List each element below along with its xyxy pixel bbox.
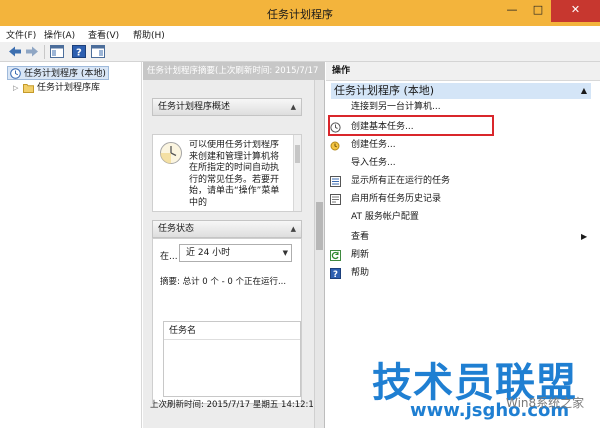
help-icon[interactable]: ? bbox=[72, 45, 86, 58]
tree-item-task-scheduler-library[interactable]: ▷ 任务计划程序库 bbox=[13, 81, 100, 95]
action-label: 刷新 bbox=[351, 250, 370, 260]
navigation-tree: 任务计划程序 (本地) ▷ 任务计划程序库 bbox=[3, 62, 142, 428]
action-label: 启用所有任务历史记录 bbox=[351, 194, 442, 204]
actions-header: 操作 bbox=[326, 62, 600, 81]
toolbar: ? bbox=[0, 42, 600, 62]
summary-header: 任务计划程序摘要(上次刷新时间: 2015/7/17 bbox=[143, 62, 325, 80]
status-box: 在... 近 24 小时 ▼ 摘要: 总计 0 个 - 0 个正在运行... 任… bbox=[152, 238, 302, 404]
menu-action[interactable]: 操作(A) bbox=[44, 28, 75, 41]
status-summary: 摘要: 总计 0 个 - 0 个正在运行... bbox=[160, 277, 287, 287]
clock-icon bbox=[160, 142, 182, 164]
action-label: 导入任务... bbox=[351, 158, 396, 168]
running-tasks-icon bbox=[330, 176, 341, 187]
history-icon bbox=[330, 194, 341, 205]
watermark-subtitle: Win8系统之家 bbox=[506, 396, 585, 410]
action-label: 显示所有正在运行的任务 bbox=[351, 176, 451, 186]
show-hide-action-pane-icon[interactable] bbox=[91, 45, 105, 58]
new-task-icon bbox=[330, 141, 340, 151]
tree-item-label: 任务计划程序库 bbox=[37, 83, 101, 93]
status-title: 任务状态 bbox=[158, 224, 195, 234]
action-label: 连接到另一台计算机... bbox=[351, 102, 441, 112]
menu-view[interactable]: 查看(V) bbox=[88, 28, 119, 41]
show-hide-tree-icon[interactable] bbox=[50, 45, 64, 58]
watermark: 技术员联盟 www.jsgho.com Win8系统之家 bbox=[372, 350, 600, 428]
time-range-dropdown[interactable]: 近 24 小时 ▼ bbox=[179, 244, 292, 262]
back-arrow-icon[interactable] bbox=[8, 45, 22, 58]
chevron-down-icon: ▼ bbox=[282, 249, 288, 257]
collapse-arrow-icon[interactable]: ▲ bbox=[291, 99, 296, 115]
help-icon: ? bbox=[330, 268, 341, 279]
dropdown-value: 近 24 小时 bbox=[186, 248, 231, 258]
tree-item-label: 任务计划程序 (本地) bbox=[24, 69, 106, 79]
summary-pane: 任务计划程序摘要(上次刷新时间: 2015/7/17 任务计划程序概述 ▲ 可以… bbox=[143, 62, 325, 428]
menu-file[interactable]: 文件(F) bbox=[6, 28, 36, 41]
forward-arrow-icon[interactable] bbox=[25, 45, 39, 58]
overview-section-header[interactable]: 任务计划程序概述 ▲ bbox=[152, 98, 302, 116]
tree-item-task-scheduler-local[interactable]: 任务计划程序 (本地) bbox=[7, 66, 109, 80]
overview-scrollbar[interactable] bbox=[293, 135, 301, 211]
actions-group-task-scheduler[interactable]: 任务计划程序 (本地) ▲ bbox=[331, 83, 591, 99]
minimize-button[interactable]: — bbox=[499, 0, 525, 22]
overview-title: 任务计划程序概述 bbox=[158, 102, 231, 112]
svg-text:?: ? bbox=[333, 270, 338, 279]
highlight-box bbox=[328, 115, 494, 136]
submenu-arrow-icon: ▶ bbox=[581, 232, 588, 241]
actions-group-label: 任务计划程序 (本地) bbox=[334, 84, 435, 97]
status-section-header[interactable]: 任务状态 ▲ bbox=[152, 220, 302, 238]
action-label: AT 服务帐户配置 bbox=[351, 212, 419, 222]
collapse-arrow-icon[interactable]: ▲ bbox=[291, 221, 296, 237]
collapse-arrow-icon[interactable]: ▲ bbox=[581, 83, 587, 99]
action-label: 创建任务... bbox=[351, 140, 396, 150]
overview-box: 可以使用任务计划程序来创建和管理计算机将在所指定的时间自动执行的常见任务。若要开… bbox=[152, 134, 302, 212]
summary-scrollbar[interactable] bbox=[314, 80, 324, 428]
svg-text:?: ? bbox=[76, 48, 82, 59]
title-bar: 任务计划程序 — □ ✕ bbox=[0, 0, 600, 26]
maximize-button[interactable]: □ bbox=[525, 0, 551, 22]
close-button[interactable]: ✕ bbox=[551, 0, 600, 22]
last-refresh-text: 上次刷新时间: 2015/7/17 星期五 14:12:1 bbox=[150, 400, 314, 410]
range-label: 在... bbox=[160, 252, 178, 262]
overview-text: 可以使用任务计划程序来创建和管理计算机将在所指定的时间自动执行的常见任务。若要开… bbox=[189, 140, 280, 208]
folder-icon bbox=[23, 84, 34, 93]
menu-help[interactable]: 帮助(H) bbox=[133, 28, 165, 41]
toolbar-separator bbox=[44, 45, 45, 59]
action-label: 帮助 bbox=[351, 268, 370, 278]
task-table: 任务名 bbox=[163, 321, 301, 397]
refresh-icon bbox=[330, 250, 341, 261]
menu-bar: 文件(F) 操作(A) 查看(V) 帮助(H) bbox=[0, 26, 600, 42]
action-label: 查看 bbox=[351, 232, 370, 242]
task-name-column-header[interactable]: 任务名 bbox=[164, 322, 300, 340]
summary-body: 任务计划程序概述 ▲ 可以使用任务计划程序来创建和管理计算机将在所指定的时间自动… bbox=[143, 80, 315, 428]
clock-icon bbox=[10, 68, 21, 79]
expand-arrow-icon[interactable]: ▷ bbox=[13, 81, 18, 95]
